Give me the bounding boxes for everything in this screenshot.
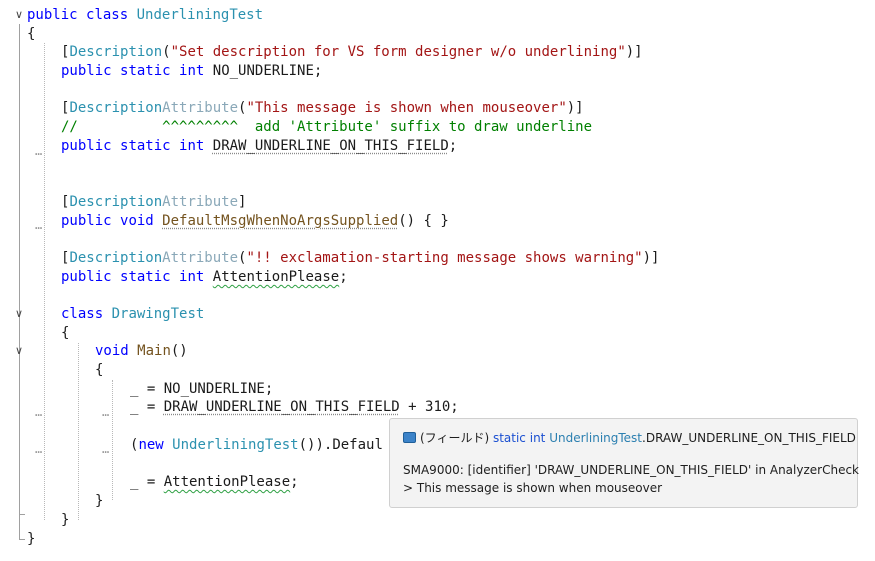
margin-ellipsis: … <box>35 144 44 158</box>
warning-squiggle-identifier[interactable]: AttentionPlease <box>213 269 339 285</box>
code-line: void Main() <box>95 343 188 359</box>
code-line: (new UnderliningTest()).Defaul <box>130 437 383 453</box>
code-line: public static int DRAW_UNDERLINE_ON_THIS… <box>61 138 458 154</box>
indent-guide <box>44 43 45 520</box>
code-line: } <box>95 493 104 509</box>
tooltip-description: > This message is shown when mouseover <box>403 481 663 495</box>
code-line: [DescriptionAttribute("This message is s… <box>61 100 584 116</box>
margin-ellipsis: … <box>35 405 44 419</box>
underlined-identifier[interactable]: DefaultMsgWhenNoArgsSupplied <box>162 213 398 229</box>
code-line: { <box>95 362 104 378</box>
field-icon <box>403 432 416 443</box>
quick-info-tooltip[interactable]: (フィールド) static int UnderliningTest.DRAW_… <box>389 418 859 508</box>
code-line: class DrawingTest <box>61 306 205 322</box>
indent-guide <box>78 343 79 520</box>
code-line: _ = DRAW_UNDERLINE_ON_THIS_FIELD + 310; <box>130 399 459 415</box>
code-line: } <box>27 531 36 547</box>
collapse-main-icon[interactable]: ∨ <box>12 344 26 358</box>
tooltip-type-link[interactable]: UnderliningTest <box>549 431 642 445</box>
margin-ellipsis: … <box>102 405 111 419</box>
code-line: { <box>27 26 36 42</box>
collapse-drawingtest-icon[interactable]: ∨ <box>12 307 26 321</box>
code-line: public void DefaultMsgWhenNoArgsSupplied… <box>61 213 449 229</box>
code-line: public class UnderliningTest <box>27 7 264 23</box>
collapse-class-icon[interactable]: ∨ <box>12 8 26 22</box>
underlined-identifier[interactable]: DRAW_UNDERLINE_ON_THIS_FIELD <box>213 138 449 154</box>
indent-guide <box>112 380 113 500</box>
code-line: { <box>61 325 70 341</box>
margin-ellipsis: … <box>35 218 44 232</box>
margin-ellipsis: … <box>102 442 111 456</box>
code-line: public static int AttentionPlease; <box>61 269 348 285</box>
code-line: // ^^^^^^^^^ add 'Attribute' suffix to d… <box>61 119 593 135</box>
code-line: _ = NO_UNDERLINE; <box>130 381 274 397</box>
margin-ellipsis: … <box>35 442 44 456</box>
outline-end-drawingtest <box>19 514 25 515</box>
code-line: [DescriptionAttribute] <box>61 194 247 210</box>
tooltip-diagnostic: SMA9000: [identifier] 'DRAW_UNDERLINE_ON… <box>403 463 859 477</box>
underlined-identifier[interactable]: DRAW_UNDERLINE_ON_THIS_FIELD <box>164 399 400 415</box>
code-line: } <box>61 512 70 528</box>
code-line: _ = AttentionPlease; <box>130 474 299 490</box>
outline-end-class <box>19 539 25 540</box>
tooltip-signature: (フィールド) static int UnderliningTest.DRAW_… <box>403 429 856 446</box>
warning-squiggle-identifier[interactable]: AttentionPlease <box>164 474 290 490</box>
code-line: public static int NO_UNDERLINE; <box>61 63 323 79</box>
code-line: [DescriptionAttribute("!! exclamation-st… <box>61 250 660 266</box>
code-line: [Description("Set description for VS for… <box>61 44 643 60</box>
